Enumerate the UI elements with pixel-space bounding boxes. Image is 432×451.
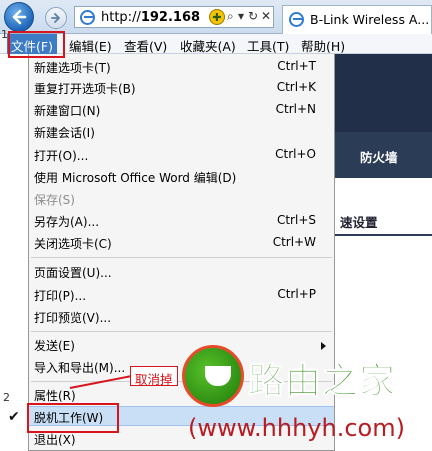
menu-edit[interactable]: 编辑(E) <box>69 36 112 55</box>
menu-item-save: 保存(S) <box>29 189 334 209</box>
browser-toolbar: http://192.168 ✚ ⌕ ▾ ↻ ✕ B-Link Wireless… <box>0 0 432 34</box>
menu-item-edit-with-word[interactable]: 使用 Microsoft Office Word 编辑(D) <box>29 167 334 187</box>
menu-item-shortcut: Ctrl+W <box>272 235 316 249</box>
forward-button[interactable] <box>45 7 67 29</box>
highlight-box-work-offline <box>27 403 119 433</box>
menu-item-open[interactable]: 打开(O)... Ctrl+O <box>29 145 334 165</box>
menu-separator <box>31 331 332 332</box>
menu-item-shortcut: Ctrl+O <box>275 147 316 161</box>
menu-item-label: 重复打开选项卡(B) <box>34 82 136 96</box>
compatibility-view-icon[interactable]: ✚ <box>209 9 225 25</box>
highlight-box-file-menu <box>8 31 65 58</box>
arrow-left-icon <box>12 9 27 25</box>
step-1-number: 1 <box>1 28 8 41</box>
menu-favorites[interactable]: 收藏夹(A) <box>180 36 236 55</box>
menu-item-label: 打开(O)... <box>34 149 89 163</box>
menu-item-shortcut: Ctrl+P <box>277 287 316 301</box>
menu-item-label: 关闭选项卡(C) <box>34 237 112 251</box>
menu-item-label: 新建选项卡(T) <box>34 61 111 75</box>
menu-item-shortcut: Ctrl+S <box>276 213 316 227</box>
menu-item-label: 属性(R) <box>34 389 76 403</box>
tab-title: B-Link Wireless A... <box>310 12 430 27</box>
menu-item-close-tab[interactable]: 关闭选项卡(C) Ctrl+W <box>29 233 334 253</box>
nav-firewall[interactable]: 防火墙 <box>335 132 432 178</box>
menu-item-new-tab[interactable]: 新建选项卡(T) Ctrl+T <box>29 57 334 77</box>
menu-item-shortcut: Ctrl+K <box>276 80 316 94</box>
watermark-title: 路由之家 <box>247 361 397 403</box>
menu-item-page-setup[interactable]: 页面设置(U)... <box>29 262 334 282</box>
refresh-icon[interactable]: ↻ <box>248 9 258 23</box>
address-bar[interactable]: http://192.168 ✚ ⌕ ▾ ↻ ✕ <box>74 6 274 28</box>
step-2-number: 2 <box>3 391 10 404</box>
checkmark-icon: ✔ <box>8 409 20 425</box>
menu-item-label: 新建窗口(N) <box>34 104 101 118</box>
menu-item-save-as[interactable]: 另存为(A)... Ctrl+S <box>29 211 334 231</box>
menu-item-label: 使用 Microsoft Office Word 编辑(D) <box>34 171 237 185</box>
menu-item-label: 发送(E) <box>34 339 75 353</box>
menu-item-label: 打印预览(V)... <box>34 311 112 325</box>
quick-setup-heading: 速设置 <box>340 215 378 230</box>
menu-item-new-window[interactable]: 新建窗口(N) Ctrl+N <box>29 100 334 120</box>
search-icon[interactable]: ⌕ <box>227 9 234 24</box>
browser-tab[interactable]: B-Link Wireless A... <box>282 5 432 34</box>
ie-page-icon <box>80 10 95 25</box>
ie-tab-icon <box>289 12 304 27</box>
back-button[interactable] <box>4 2 34 32</box>
menu-help[interactable]: 帮助(H) <box>301 36 345 55</box>
menu-item-label: 保存(S) <box>34 193 75 207</box>
nav-firewall-label: 防火墙 <box>360 150 398 165</box>
stop-icon[interactable]: ✕ <box>261 9 271 23</box>
submenu-arrow-icon <box>321 342 326 350</box>
menu-item-label: 退出(X) <box>34 433 76 447</box>
menu-tools[interactable]: 工具(T) <box>247 36 289 55</box>
menu-item-shortcut: Ctrl+T <box>277 59 316 73</box>
menu-item-label: 另存为(A)... <box>34 215 100 229</box>
address-dropdown-icon[interactable]: ▾ <box>238 9 244 23</box>
page-divider <box>335 234 432 236</box>
menu-item-new-session[interactable]: 新建会话(I) <box>29 122 334 142</box>
menu-view[interactable]: 查看(V) <box>124 36 167 55</box>
address-text: http://192.168 <box>101 10 201 25</box>
menu-item-print-preview[interactable]: 打印预览(V)... <box>29 307 334 327</box>
menu-item-label: 新建会话(I) <box>34 126 95 140</box>
menu-item-print[interactable]: 打印(P)... Ctrl+P <box>29 285 334 305</box>
watermark-logo-icon <box>182 345 244 407</box>
menu-item-duplicate-tab[interactable]: 重复打开选项卡(B) Ctrl+K <box>29 78 334 98</box>
menu-item-label: 页面设置(U)... <box>34 266 112 280</box>
watermark-url: (www.hhhyh.com) <box>188 414 405 442</box>
menu-item-label: 打印(P)... <box>34 289 87 303</box>
menu-item-shortcut: Ctrl+N <box>275 102 316 116</box>
menu-item-label: 导入和导出(M)... <box>34 361 126 375</box>
menu-separator <box>31 257 332 258</box>
annotation-callout: 取消掉 <box>130 366 178 387</box>
arrow-right-icon <box>51 13 60 23</box>
